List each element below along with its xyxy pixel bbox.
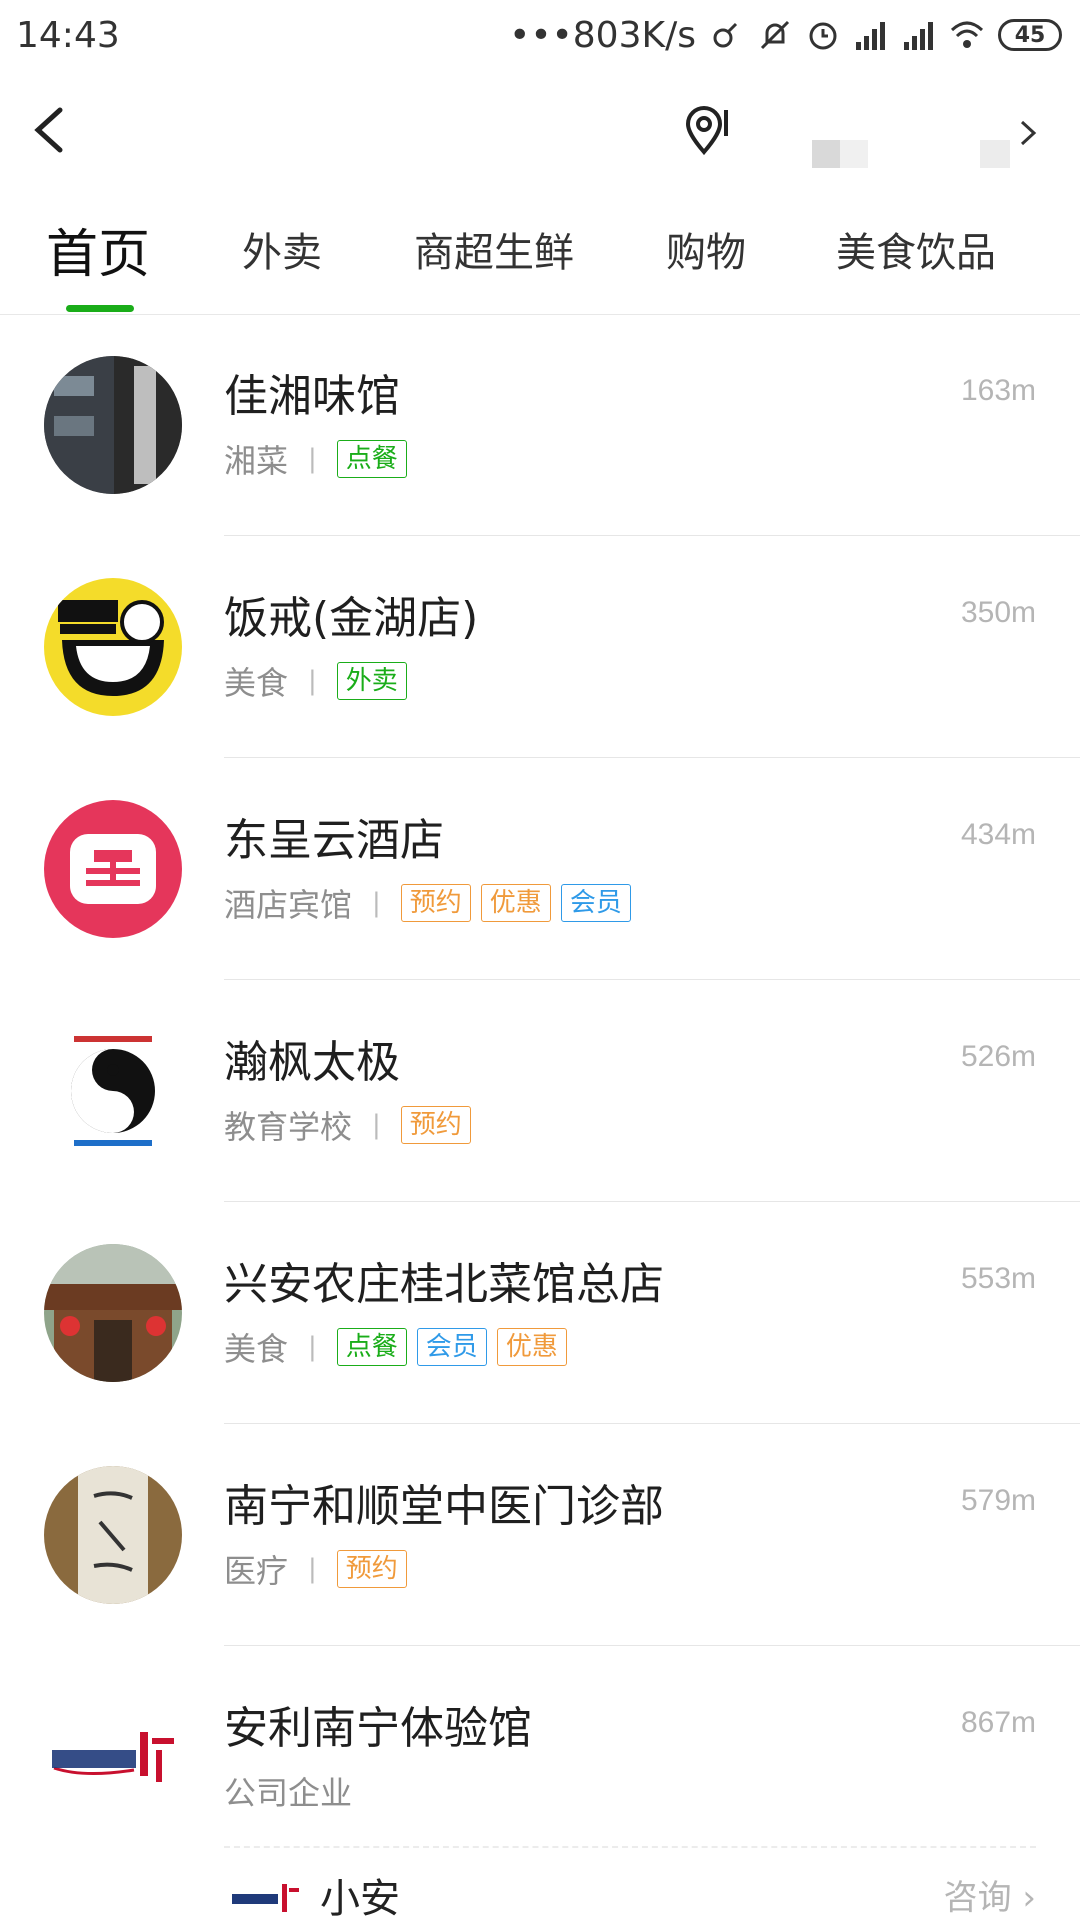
merchant-avatar <box>44 1244 182 1382</box>
tag-reserve: 预约 <box>400 884 471 922</box>
merchant-category: 医疗 <box>224 1552 289 1590</box>
merchant-category: 美食 <box>224 1330 289 1368</box>
category-tabs: 首页 外卖 商超生鲜 购物 美食饮品 <box>0 210 1080 315</box>
merchant-name: 安利南宁体验馆 <box>224 1703 532 1754</box>
separator: | <box>308 1332 317 1362</box>
list-item[interactable]: 瀚枫太极 526m 教育学校 | 预约 <box>0 980 1080 1202</box>
merchant-name: 兴安农庄桂北菜馆总店 <box>224 1259 664 1310</box>
location-text-blurred <box>812 140 868 168</box>
list-item[interactable]: 南宁和顺堂中医门诊部 579m 医疗 | 预约 <box>0 1424 1080 1646</box>
merchant-distance: 163m <box>960 374 1036 407</box>
merchant-meta: 酒店宾馆 | 预约 优惠 会员 <box>224 882 631 924</box>
tag-discount: 优惠 <box>496 1328 567 1366</box>
link-icon <box>713 22 738 48</box>
tab-takeout[interactable]: 外卖 <box>242 220 322 278</box>
wifi-icon <box>950 21 984 48</box>
tag-member: 会员 <box>416 1328 487 1366</box>
network-speed: •••803K/s <box>509 14 696 56</box>
dashed-divider <box>224 1846 1036 1848</box>
location-pin-icon[interactable] <box>684 104 732 156</box>
tag-takeout: 外卖 <box>336 662 407 700</box>
merchant-distance: 434m <box>960 818 1036 851</box>
merchant-name: 饭戒(金湖店) <box>224 593 479 644</box>
list-item[interactable]: 饭戒(金湖店) 350m 美食 | 外卖 <box>0 536 1080 758</box>
status-time: 14:43 <box>16 14 120 56</box>
chevron-right-icon[interactable] <box>1016 116 1040 150</box>
merchant-distance: 526m <box>960 1040 1036 1073</box>
merchant-category: 美食 <box>224 664 289 702</box>
screen: 14:43 •••803K/s 45 首页 外卖 商超生鲜 购物 美食饮品 佳湘… <box>0 0 1080 1920</box>
merchant-meta: 教育学校 | 预约 <box>224 1104 471 1146</box>
merchant-meta: 美食 | 外卖 <box>224 660 407 702</box>
sub-account-row[interactable]: 小安 咨询 › <box>0 1846 1080 1920</box>
list-item[interactable]: 佳湘味馆 163m 湘菜 | 点餐 <box>0 314 1080 536</box>
merchant-avatar <box>44 356 182 494</box>
separator: | <box>308 444 317 474</box>
list-item[interactable]: 兴安农庄桂北菜馆总店 553m 美食 | 点餐 会员 优惠 <box>0 1202 1080 1424</box>
signal-2-icon <box>904 22 933 50</box>
tag-order: 点餐 <box>336 440 407 478</box>
signal-icon <box>856 22 885 50</box>
merchant-distance: 579m <box>960 1484 1036 1517</box>
amway-small-logo <box>232 1884 299 1912</box>
merchant-name: 佳湘味馆 <box>224 371 400 422</box>
alarm-icon <box>809 22 837 50</box>
merchant-list: 佳湘味馆 163m 湘菜 | 点餐 饭戒(金湖店) 350m 美食 | 外卖 东… <box>0 314 1080 1868</box>
separator: | <box>372 1110 381 1140</box>
separator: | <box>308 1554 317 1584</box>
tab-supermarket[interactable]: 商超生鲜 <box>414 220 574 278</box>
merchant-meta: 医疗 | 预约 <box>224 1548 407 1590</box>
tag-reserve: 预约 <box>400 1106 471 1144</box>
tag-member: 会员 <box>560 884 631 922</box>
merchant-category: 酒店宾馆 <box>224 886 353 924</box>
separator: | <box>308 666 317 696</box>
merchant-category: 公司企业 <box>224 1774 353 1812</box>
merchant-name: 瀚枫太极 <box>224 1037 400 1088</box>
top-nav <box>0 90 1080 170</box>
merchant-avatar <box>44 1022 182 1160</box>
merchant-name: 东呈云酒店 <box>224 815 444 866</box>
amway-logo <box>44 1688 182 1826</box>
active-tab-indicator <box>66 305 134 312</box>
separator: | <box>372 888 381 918</box>
sub-account-name: 小安 <box>320 1876 400 1920</box>
merchant-meta: 湘菜 | 点餐 <box>224 438 407 480</box>
merchant-avatar <box>44 800 182 938</box>
tab-food-drink[interactable]: 美食饮品 <box>836 220 996 278</box>
merchant-avatar <box>44 578 182 716</box>
merchant-meta: 公司企业 <box>224 1770 352 1812</box>
status-icons: •••803K/s 45 <box>509 15 1062 56</box>
back-arrow-icon[interactable] <box>24 102 74 158</box>
list-item[interactable]: 安利南宁体验馆 867m 公司企业 <box>0 1646 1080 1868</box>
merchant-avatar <box>44 1466 182 1604</box>
merchant-name: 南宁和顺堂中医门诊部 <box>224 1481 664 1532</box>
merchant-distance: 350m <box>960 596 1036 629</box>
merchant-distance: 867m <box>960 1706 1036 1739</box>
consult-label: 咨询 <box>943 1878 1012 1918</box>
merchant-category: 教育学校 <box>224 1108 353 1146</box>
status-bar: 14:43 •••803K/s 45 <box>0 0 1080 70</box>
tag-discount: 优惠 <box>480 884 551 922</box>
merchant-meta: 美食 | 点餐 会员 优惠 <box>224 1326 567 1368</box>
merchant-distance: 553m <box>960 1262 1036 1295</box>
tab-home[interactable]: 首页 <box>46 212 150 287</box>
tag-order: 点餐 <box>336 1328 407 1366</box>
location-text-blurred-2 <box>980 140 1010 168</box>
tab-shopping[interactable]: 购物 <box>666 220 746 278</box>
chevron-right-icon: › <box>1022 1878 1036 1918</box>
battery-icon: 45 <box>998 19 1062 51</box>
mute-bell-icon <box>760 20 790 50</box>
merchant-category: 湘菜 <box>224 442 289 480</box>
consult-link[interactable]: 咨询 › <box>944 1870 1036 1919</box>
tag-reserve: 预约 <box>336 1550 407 1588</box>
list-item[interactable]: 东呈云酒店 434m 酒店宾馆 | 预约 优惠 会员 <box>0 758 1080 980</box>
